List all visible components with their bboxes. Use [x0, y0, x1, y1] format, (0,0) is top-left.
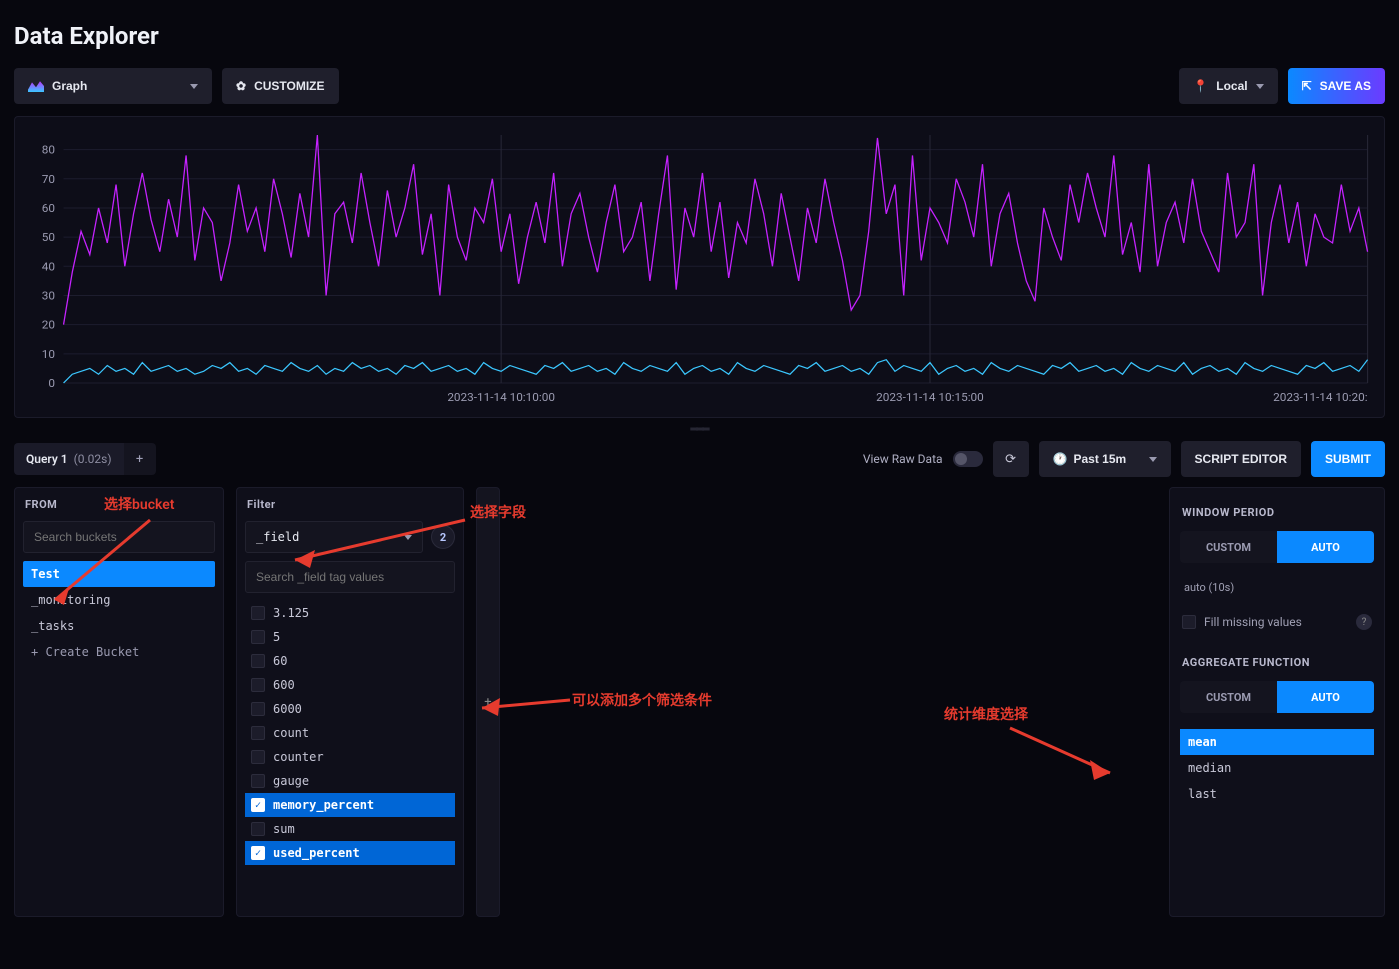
field-value-item[interactable]: count: [245, 721, 455, 745]
aggregate-auto-button[interactable]: AUTO: [1277, 681, 1374, 713]
svg-text:20: 20: [42, 318, 55, 332]
field-value-list: 3.1255606006000countcountergauge✓memory_…: [245, 601, 455, 908]
filter-tag-key-dropdown[interactable]: _field: [245, 521, 423, 553]
refresh-button[interactable]: ⟳: [993, 441, 1029, 477]
chevron-down-icon: [1256, 84, 1264, 89]
checkbox-icon: [251, 702, 265, 716]
from-panel: FROM Test_monitoring_tasks+ Create Bucke…: [14, 487, 224, 917]
field-value-item[interactable]: 6000: [245, 697, 455, 721]
field-value-item[interactable]: 5: [245, 625, 455, 649]
visualization-type-dropdown[interactable]: Graph: [14, 68, 212, 104]
svg-text:2023-11-14 10:15:00: 2023-11-14 10:15:00: [876, 390, 984, 404]
functions-panel: WINDOW PERIOD CUSTOM AUTO auto (10s) Fil…: [1169, 487, 1385, 917]
svg-text:80: 80: [42, 143, 55, 157]
aggregate-custom-button[interactable]: CUSTOM: [1180, 681, 1277, 713]
svg-text:10: 10: [42, 347, 55, 361]
view-raw-data-toggle[interactable]: [953, 451, 983, 467]
time-range-dropdown[interactable]: 🕐 Past 15m: [1039, 441, 1171, 477]
aggregate-function-list: meanmedianlast: [1180, 729, 1374, 807]
checkbox-icon: [251, 678, 265, 692]
add-query-button[interactable]: +: [124, 443, 156, 475]
checkbox-icon: [251, 726, 265, 740]
window-auto-button[interactable]: AUTO: [1277, 531, 1374, 563]
line-chart[interactable]: 0 10 20 30 40 50 60 70 80 2023-11-14 10:10:00 202…: [25, 127, 1374, 407]
field-value-item[interactable]: ✓memory_percent: [245, 793, 455, 817]
export-icon: ⇱: [1302, 79, 1312, 93]
pin-icon: 📍: [1193, 79, 1208, 93]
bucket-item[interactable]: _tasks: [23, 613, 215, 639]
field-value-item[interactable]: 3.125: [245, 601, 455, 625]
svg-text:70: 70: [42, 172, 55, 186]
filter-panel: Filter _field 2 3.1255606006000countcoun…: [236, 487, 464, 917]
save-as-button[interactable]: ⇱ SAVE AS: [1288, 68, 1385, 104]
query-tab-1[interactable]: Query 1 (0.02s): [14, 443, 124, 475]
page-title: Data Explorer: [0, 0, 1399, 68]
bucket-item[interactable]: Test: [23, 561, 215, 587]
script-editor-button[interactable]: SCRIPT EDITOR: [1181, 441, 1301, 477]
field-value-item[interactable]: 600: [245, 673, 455, 697]
svg-text:30: 30: [42, 289, 55, 303]
checkbox-icon: ✓: [251, 798, 265, 812]
window-period-mode: CUSTOM AUTO: [1180, 531, 1374, 563]
query-builder: FROM Test_monitoring_tasks+ Create Bucke…: [0, 487, 1399, 917]
field-value-item[interactable]: 60: [245, 649, 455, 673]
refresh-icon: ⟳: [1005, 452, 1016, 467]
bucket-list: Test_monitoring_tasks+ Create Bucket: [23, 561, 215, 908]
search-buckets-input[interactable]: [23, 521, 215, 553]
submit-button[interactable]: SUBMIT: [1311, 441, 1385, 477]
aggregate-function-item[interactable]: mean: [1180, 729, 1374, 755]
chevron-down-icon: [404, 535, 412, 540]
create-bucket-button[interactable]: + Create Bucket: [23, 639, 215, 665]
aggregate-title: AGGREGATE FUNCTION: [1180, 648, 1374, 673]
field-value-item[interactable]: sum: [245, 817, 455, 841]
checkbox-icon: [251, 822, 265, 836]
resize-handle[interactable]: ═══: [0, 418, 1399, 441]
chart-panel: 0 10 20 30 40 50 60 70 80 2023-11-14 10:10:00 202…: [14, 116, 1385, 418]
search-field-values-input[interactable]: [245, 561, 455, 593]
svg-text:40: 40: [42, 260, 55, 274]
svg-text:50: 50: [42, 230, 55, 244]
fill-missing-checkbox[interactable]: [1182, 615, 1196, 629]
customize-button[interactable]: ✿ CUSTOMIZE: [222, 68, 339, 104]
vis-type-label: Graph: [52, 79, 87, 93]
add-filter-button[interactable]: +: [476, 487, 500, 917]
checkbox-icon: [251, 654, 265, 668]
from-header: FROM: [15, 488, 223, 521]
svg-text:60: 60: [42, 201, 55, 215]
checkbox-icon: [251, 750, 265, 764]
chevron-down-icon: [190, 84, 198, 89]
svg-text:2023-11-14 10:20:: 2023-11-14 10:20:: [1273, 390, 1368, 404]
field-value-item[interactable]: ✓used_percent: [245, 841, 455, 865]
aggregate-function-item[interactable]: median: [1180, 755, 1374, 781]
query-tab-bar: Query 1 (0.02s) + View Raw Data ⟳ 🕐 Past…: [0, 441, 1399, 487]
field-value-item[interactable]: gauge: [245, 769, 455, 793]
filter-count-badge: 2: [431, 525, 455, 549]
clock-icon: 🕐: [1053, 452, 1068, 466]
window-period-title: WINDOW PERIOD: [1180, 498, 1374, 523]
toolbar: Graph ✿ CUSTOMIZE 📍 Local ⇱ SAVE AS: [0, 68, 1399, 116]
chart-icon: [28, 80, 44, 92]
fill-missing-label: Fill missing values: [1204, 615, 1302, 629]
filter-header: Filter: [237, 488, 463, 521]
checkbox-icon: ✓: [251, 846, 265, 860]
aggregate-mode: CUSTOM AUTO: [1180, 681, 1374, 713]
help-icon[interactable]: ?: [1356, 614, 1372, 630]
view-raw-data-label: View Raw Data: [863, 452, 943, 466]
chevron-down-icon: [1149, 457, 1157, 462]
checkbox-icon: [251, 774, 265, 788]
svg-text:2023-11-14 10:10:00: 2023-11-14 10:10:00: [447, 390, 555, 404]
bucket-item[interactable]: _monitoring: [23, 587, 215, 613]
window-custom-button[interactable]: CUSTOM: [1180, 531, 1277, 563]
gear-icon: ✿: [236, 79, 246, 93]
checkbox-icon: [251, 606, 265, 620]
window-auto-note: auto (10s): [1180, 571, 1374, 604]
svg-text:0: 0: [48, 376, 55, 390]
field-value-item[interactable]: counter: [245, 745, 455, 769]
timezone-dropdown[interactable]: 📍 Local: [1179, 68, 1277, 104]
checkbox-icon: [251, 630, 265, 644]
aggregate-function-item[interactable]: last: [1180, 781, 1374, 807]
